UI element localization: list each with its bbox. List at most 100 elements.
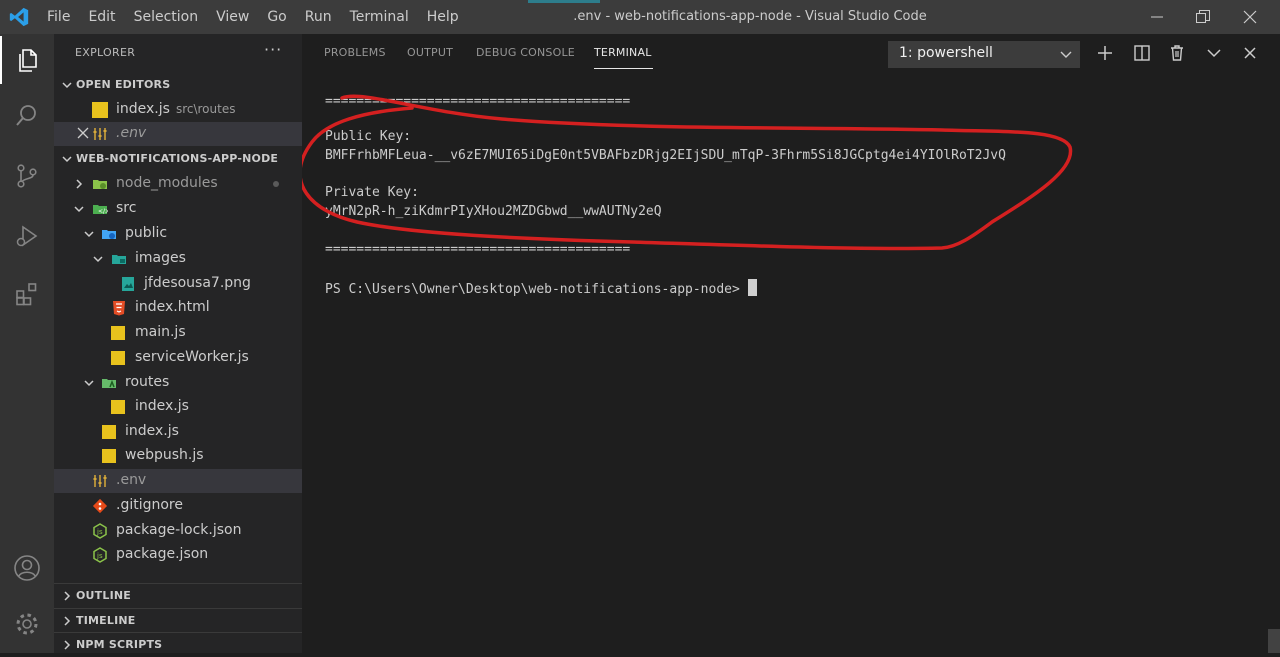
explorer-title: EXPLORER (75, 46, 136, 59)
split-terminal-icon[interactable] (1133, 44, 1151, 62)
menu-go[interactable]: Go (258, 0, 295, 34)
close-window-button[interactable] (1227, 0, 1273, 34)
accounts-activity-button[interactable] (0, 544, 54, 592)
settings-file-icon (93, 128, 107, 140)
npm-scripts-section[interactable]: NPM SCRIPTS (54, 633, 302, 657)
open-editor-item[interactable]: index.js src\routes (54, 98, 302, 122)
npm-file-icon: js (93, 547, 107, 563)
explorer-header: EXPLORER ··· (54, 34, 302, 72)
tree-item-label: public (125, 225, 168, 241)
open-editor-item-active[interactable]: .env (54, 122, 302, 146)
active-tab-underline (594, 68, 653, 69)
menu-help[interactable]: Help (418, 0, 468, 34)
js-file-icon (92, 102, 108, 118)
chevron-down-icon (1060, 51, 1072, 58)
minimize-icon (1151, 16, 1163, 18)
timeline-label: TIMELINE (76, 614, 136, 627)
tree-item-src[interactable]: </> src (54, 197, 302, 221)
close-icon[interactable] (76, 126, 90, 140)
minimize-button[interactable] (1134, 0, 1180, 34)
tree-item-label: serviceWorker.js (135, 349, 249, 365)
run-debug-activity-button[interactable] (0, 212, 54, 260)
open-editors-section[interactable]: OPEN EDITORS (54, 73, 302, 97)
panel-header: PROBLEMS OUTPUT DEBUG CONSOLE TERMINAL 1… (302, 34, 1280, 72)
menu-terminal[interactable]: Terminal (341, 0, 418, 34)
tree-item-images[interactable]: images (54, 247, 302, 271)
tree-item-index-html[interactable]: index.html (54, 296, 302, 320)
open-editor-label: index.js src\routes (116, 101, 235, 117)
tree-item-label: package.json (116, 546, 209, 562)
tree-item-label: index.js (125, 423, 179, 439)
tree-item-label: main.js (135, 324, 186, 340)
chevron-right-icon (76, 179, 83, 189)
menu-view[interactable]: View (207, 0, 258, 34)
open-editor-name: index.js (116, 101, 170, 117)
tree-item-label: node_modules (116, 175, 218, 191)
terminal-cursor (747, 279, 757, 296)
js-file-icon (111, 351, 125, 365)
tree-item-webpush[interactable]: webpush.js (54, 444, 302, 468)
tab-terminal[interactable]: TERMINAL (594, 46, 652, 59)
tree-item-image-file[interactable]: jfdesousa7.png (54, 272, 302, 296)
js-file-icon (102, 449, 116, 463)
npm-file-icon: js (93, 523, 107, 539)
folder-src-icon: </> (93, 205, 108, 215)
open-editors-label: OPEN EDITORS (76, 78, 171, 91)
search-activity-button[interactable] (0, 92, 54, 140)
tree-item-package-lock[interactable]: js package-lock.json (54, 519, 302, 543)
menu-edit[interactable]: Edit (79, 0, 124, 34)
svg-text:</>: </> (98, 208, 108, 215)
open-editor-name: .env (116, 125, 147, 141)
account-icon (14, 555, 40, 581)
tree-item-main-js[interactable]: main.js (54, 321, 302, 345)
tab-debug-console[interactable]: DEBUG CONSOLE (476, 46, 575, 59)
tree-item-gitignore[interactable]: .gitignore (54, 494, 302, 518)
tree-item-routes[interactable]: routes (54, 371, 302, 395)
trash-icon[interactable] (1168, 44, 1186, 62)
terminal-select[interactable]: 1: powershell (888, 41, 1080, 68)
close-panel-icon[interactable] (1241, 44, 1259, 62)
folder-node-icon (93, 180, 107, 189)
vscode-logo-icon (9, 7, 29, 27)
source-control-activity-button[interactable] (0, 152, 54, 200)
terminal-scrollbar[interactable] (1268, 629, 1280, 653)
project-section[interactable]: WEB-NOTIFICATIONS-APP-NODE (54, 147, 302, 171)
tree-item-src-index[interactable]: index.js (54, 420, 302, 444)
tree-item-service-worker[interactable]: serviceWorker.js (54, 346, 302, 370)
menu-run[interactable]: Run (296, 0, 341, 34)
tree-item-label: .env (116, 472, 147, 488)
tree-item-routes-index[interactable]: index.js (54, 395, 302, 419)
tree-item-public[interactable]: public (54, 222, 302, 246)
manage-activity-button[interactable] (0, 600, 54, 648)
project-label: WEB-NOTIFICATIONS-APP-NODE (76, 152, 279, 165)
tree-item-label: package-lock.json (116, 522, 242, 538)
source-control-icon (17, 164, 37, 188)
tree-item-package-json[interactable]: js package.json (54, 543, 302, 567)
timeline-section[interactable]: TIMELINE (54, 609, 302, 633)
extensions-activity-button[interactable] (0, 270, 54, 318)
chevron-down-icon (84, 231, 94, 238)
tab-output[interactable]: OUTPUT (407, 46, 453, 59)
explorer-activity-button[interactable] (0, 36, 54, 84)
tree-item-label: .gitignore (116, 497, 183, 513)
js-file-icon (102, 425, 116, 439)
image-file-icon (122, 277, 134, 291)
tree-item-node-modules[interactable]: node_modules (54, 172, 302, 196)
html-file-icon (113, 301, 125, 316)
run-debug-icon (16, 225, 38, 247)
terminal-output[interactable]: ======================================= … (302, 72, 1280, 653)
tab-problems[interactable]: PROBLEMS (324, 46, 386, 59)
outline-section[interactable]: OUTLINE (54, 584, 302, 608)
tree-item-env[interactable]: .env (54, 469, 302, 493)
chevron-down-icon[interactable] (1205, 44, 1223, 62)
chevron-right-icon (64, 591, 71, 601)
new-terminal-icon[interactable] (1096, 44, 1114, 62)
menu-file[interactable]: File (38, 0, 79, 34)
more-actions-button[interactable]: ··· (264, 40, 282, 59)
chevron-down-icon (93, 256, 103, 263)
restore-button[interactable] (1180, 0, 1226, 34)
tree-item-label: index.html (135, 299, 210, 315)
menu-selection[interactable]: Selection (125, 0, 208, 34)
files-icon (19, 49, 37, 72)
tree-item-label: src (116, 200, 137, 216)
